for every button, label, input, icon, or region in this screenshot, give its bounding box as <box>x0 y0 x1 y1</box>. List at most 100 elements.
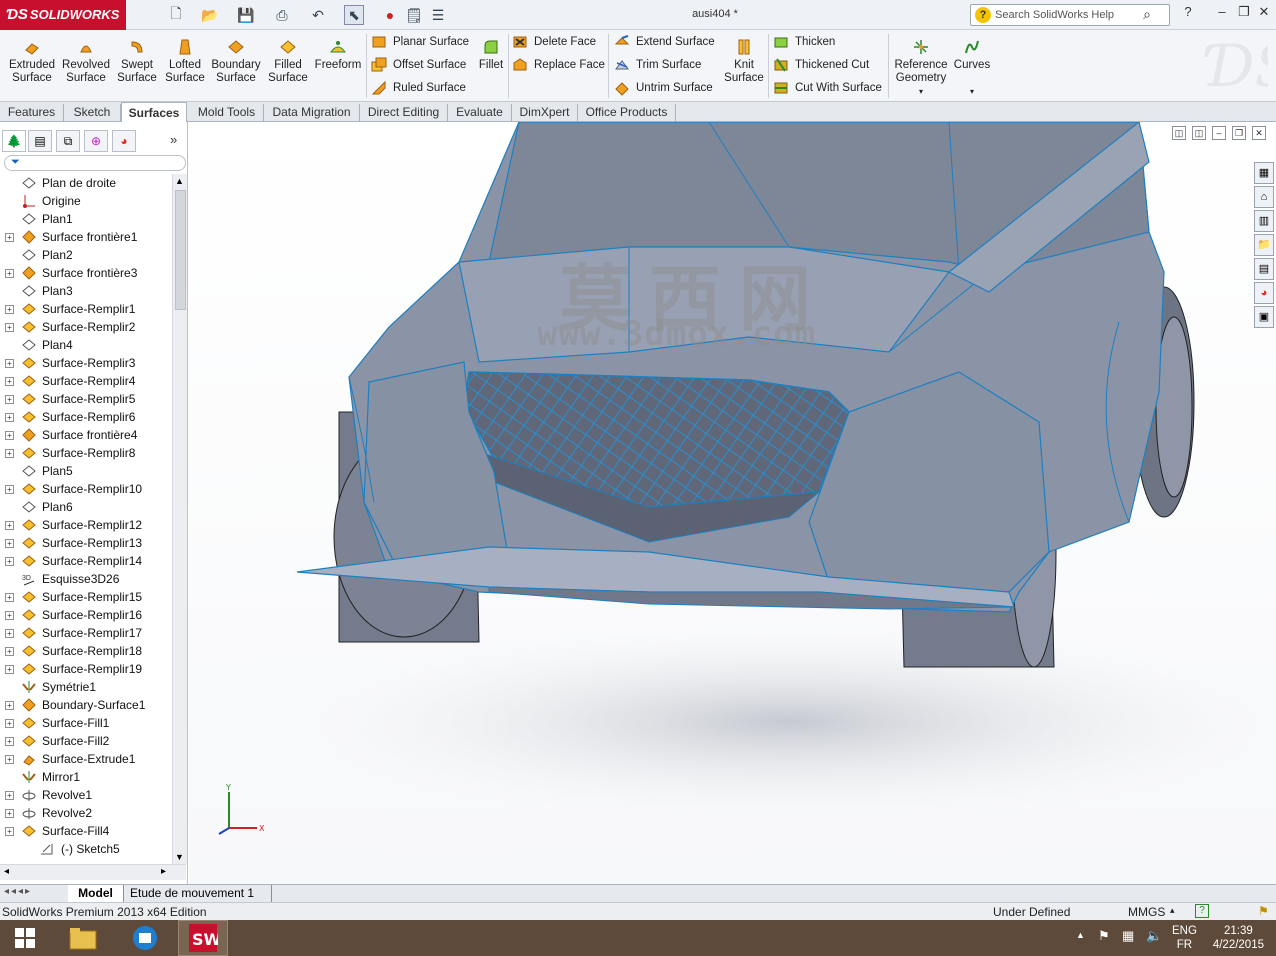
tree-node[interactable]: + Surface-Remplir8 <box>0 444 172 462</box>
tab-mold-tools[interactable]: Mold Tools <box>190 104 264 122</box>
rebuild-icon[interactable]: ● <box>380 5 400 25</box>
boundary-surface-button[interactable]: Boundary Surface <box>210 38 262 85</box>
dimxpert-manager-tab-icon[interactable]: ⊕ <box>84 130 108 152</box>
extend-surface-button[interactable]: Extend Surface <box>614 33 715 51</box>
solidworks-logo[interactable]: ƊSSOLIDWORKS ▸ <box>0 0 126 52</box>
tree-node[interactable]: + Boundary-Surface1 <box>0 696 172 714</box>
expand-toggle-icon[interactable]: + <box>5 359 14 368</box>
replace-face-button[interactable]: Replace Face <box>512 56 605 74</box>
file-explorer-taskbar-icon[interactable] <box>58 920 108 956</box>
expand-toggle-icon[interactable]: + <box>5 791 14 800</box>
expand-toggle-icon[interactable]: + <box>5 395 14 404</box>
expand-chevron-icon[interactable]: » <box>170 132 177 147</box>
tab-surfaces[interactable]: Surfaces <box>121 102 187 123</box>
expand-toggle-icon[interactable]: + <box>5 629 14 638</box>
tab-model[interactable]: Model <box>68 885 124 902</box>
solidworks-taskbar-icon[interactable]: SW <box>178 920 228 956</box>
language-indicator[interactable]: ENG FR <box>1172 924 1197 952</box>
trim-surface-button[interactable]: Trim Surface <box>614 56 701 74</box>
tree-horizontal-scrollbar[interactable]: ◂ ▸ <box>0 864 186 880</box>
cut-with-surface-button[interactable]: Cut With Surface <box>773 79 882 97</box>
file-explorer-icon[interactable]: 📁 <box>1254 234 1274 256</box>
tree-node[interactable]: + Surface frontière4 <box>0 426 172 444</box>
help-icon[interactable]: ? <box>1178 4 1198 24</box>
property-manager-tab-icon[interactable]: ▤ <box>28 130 52 152</box>
tree-node[interactable]: + Surface-Remplir10 <box>0 480 172 498</box>
thickened-cut-button[interactable]: Thickened Cut <box>773 56 869 74</box>
appearances-icon[interactable]: ◕ <box>1254 282 1274 304</box>
expand-toggle-icon[interactable]: + <box>5 233 14 242</box>
fillet-button[interactable]: Fillet <box>474 38 508 72</box>
tree-node[interactable]: + Surface-Remplir2 <box>0 318 172 336</box>
show-hidden-icons-icon[interactable]: ▲ <box>1076 930 1085 940</box>
dropdown-arrow-icon[interactable]: ▾ <box>970 87 974 96</box>
tree-node[interactable]: Symétrie1 <box>0 678 172 696</box>
expand-toggle-icon[interactable]: + <box>5 413 14 422</box>
dropdown-arrow-icon[interactable]: ▾ <box>919 87 923 96</box>
expand-toggle-icon[interactable]: + <box>5 557 14 566</box>
tree-node[interactable]: + Surface-Remplir15 <box>0 588 172 606</box>
expand-toggle-icon[interactable]: + <box>5 377 14 386</box>
ruled-surface-button[interactable]: Ruled Surface <box>371 79 466 97</box>
print-icon[interactable]: ⎙ <box>272 5 292 25</box>
save-icon[interactable]: 💾 <box>236 5 256 25</box>
home-icon[interactable]: ⌂ <box>1254 186 1274 208</box>
swept-surface-button[interactable]: Swept Surface <box>114 38 160 85</box>
options-icon[interactable]: ☰ <box>428 5 448 25</box>
tree-node[interactable]: + Surface-Remplir14 <box>0 552 172 570</box>
expand-toggle-icon[interactable]: + <box>5 611 14 620</box>
tree-node[interactable]: + Surface-Remplir13 <box>0 534 172 552</box>
expand-toggle-icon[interactable]: + <box>5 647 14 656</box>
windows-start-icon[interactable] <box>0 920 50 956</box>
file-properties-icon[interactable]: 🗒 <box>404 5 424 25</box>
scroll-up-icon[interactable]: ▲ <box>175 176 184 186</box>
select-arrow-icon[interactable]: ⬉ <box>344 5 364 25</box>
minimize-icon[interactable]: – <box>1212 4 1232 24</box>
tab-office-products[interactable]: Office Products <box>578 104 676 122</box>
tree-node[interactable]: + Surface-Fill4 <box>0 822 172 840</box>
tab-motion-study[interactable]: Etude de mouvement 1 <box>124 885 272 902</box>
reference-geometry-button[interactable]: Reference Geometry ▾ <box>892 38 950 98</box>
expand-toggle-icon[interactable]: + <box>5 701 14 710</box>
curves-button[interactable]: Curves ▾ <box>952 38 992 98</box>
open-folder-icon[interactable]: 📂 <box>200 5 220 25</box>
custom-properties-icon[interactable]: ▣ <box>1254 306 1274 328</box>
expand-toggle-icon[interactable]: + <box>5 269 14 278</box>
freeform-button[interactable]: Freeform <box>312 38 364 72</box>
close-icon[interactable]: ✕ <box>1254 4 1274 24</box>
display-manager-tab-icon[interactable]: ◕ <box>112 130 136 152</box>
help-status-icon[interactable]: ? <box>1195 904 1209 918</box>
search-icon[interactable]: ⌕ <box>1143 6 1151 23</box>
tree-node[interactable]: + Surface-Remplir19 <box>0 660 172 678</box>
tree-vertical-scrollbar[interactable]: ▲ ▼ <box>172 174 187 864</box>
expand-toggle-icon[interactable]: + <box>5 449 14 458</box>
offset-surface-button[interactable]: Offset Surface <box>371 56 466 74</box>
configuration-manager-tab-icon[interactable]: ⧉ <box>56 130 80 152</box>
solidworks-resources-icon[interactable]: ▦ <box>1254 162 1274 184</box>
extruded-surface-button[interactable]: Extruded Surface <box>6 38 58 85</box>
tree-node[interactable]: + Surface-Remplir6 <box>0 408 172 426</box>
tab-direct-editing[interactable]: Direct Editing <box>360 104 448 122</box>
scroll-right-icon[interactable]: ▸ <box>161 866 166 877</box>
revolved-surface-button[interactable]: Revolved Surface <box>60 38 112 85</box>
tree-node[interactable]: Plan5 <box>0 462 172 480</box>
action-center-icon[interactable]: ⚑ <box>1098 928 1110 944</box>
thicken-button[interactable]: Thicken <box>773 33 835 51</box>
expand-toggle-icon[interactable]: + <box>5 755 14 764</box>
tree-node[interactable]: + Surface-Remplir5 <box>0 390 172 408</box>
tree-node[interactable]: Plan6 <box>0 498 172 516</box>
search-help-box[interactable]: ? Search SolidWorks Help ⌕ <box>970 4 1170 26</box>
tree-node[interactable]: + Surface frontière1 <box>0 228 172 246</box>
expand-toggle-icon[interactable]: + <box>5 539 14 548</box>
filled-surface-button[interactable]: Filled Surface <box>266 38 310 85</box>
untrim-surface-button[interactable]: Untrim Surface <box>614 79 713 97</box>
tree-node[interactable]: Mirror1 <box>0 768 172 786</box>
restore-icon[interactable]: ❐ <box>1234 4 1254 24</box>
tree-node[interactable]: Plan3 <box>0 282 172 300</box>
knit-surface-button[interactable]: Knit Surface <box>722 38 766 85</box>
clock[interactable]: 21:39 4/22/2015 <box>1213 924 1264 952</box>
new-document-icon[interactable]: 🗋 <box>166 5 186 25</box>
expand-toggle-icon[interactable]: + <box>5 827 14 836</box>
expand-toggle-icon[interactable]: + <box>5 593 14 602</box>
graphics-area[interactable]: ⌕ ⌕ ↶ ◧ ⬙ ◼ ◔ ◕ ◑ ▣ ◫ ◫ – ❐ ✕ <box>189 122 1276 884</box>
